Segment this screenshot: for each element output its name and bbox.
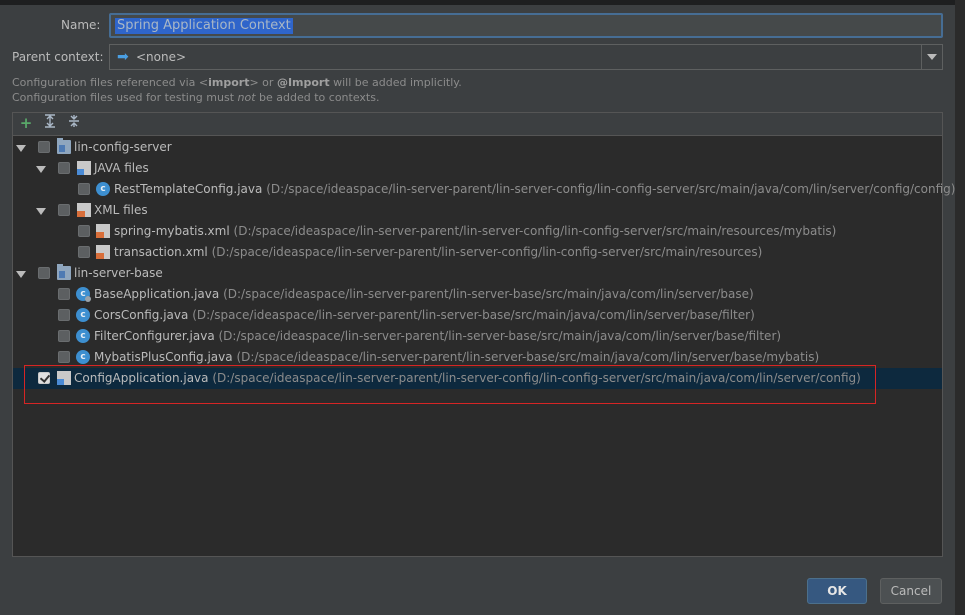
name-input[interactable]: Spring Application Context — [109, 13, 943, 38]
java-class-icon: c — [76, 329, 90, 343]
module-folder-icon — [57, 264, 71, 280]
hint-text: > or — [249, 76, 277, 89]
tree-row-file[interactable]: transaction.xml (D:/space/ideaspace/lin-… — [13, 242, 942, 263]
tree-row-module[interactable]: lin-server-base — [13, 263, 942, 284]
tree-row-file[interactable]: c CorsConfig.java (D:/space/ideaspace/li… — [13, 305, 942, 326]
xml-file-icon — [96, 245, 110, 259]
java-class-icon: c — [76, 350, 90, 364]
expand-arrow-icon[interactable] — [36, 166, 46, 173]
expand-arrow-icon[interactable] — [36, 208, 46, 215]
expand-all-icon[interactable] — [41, 114, 59, 132]
file-name: transaction.xml — [114, 245, 208, 259]
tree-row-label: BaseApplication.java (D:/space/ideaspace… — [94, 284, 754, 305]
file-path: (D:/space/ideaspace/lin-server-parent/li… — [223, 287, 754, 301]
file-name: spring-mybatis.xml — [114, 224, 230, 238]
hint-line-1: Configuration files referenced via <impo… — [12, 76, 462, 89]
parent-context-label: Parent context: — [12, 50, 104, 64]
tree-toolbar: + — [13, 113, 942, 136]
java-class-icon: c — [96, 182, 110, 196]
hint-import-keyword: import — [208, 76, 250, 89]
xml-files-icon — [77, 203, 91, 217]
cancel-button[interactable]: Cancel — [880, 578, 942, 604]
ok-button[interactable]: OK — [807, 578, 867, 604]
tree-row-file[interactable]: c FilterConfigurer.java (D:/space/ideasp… — [13, 326, 942, 347]
collapse-all-icon[interactable] — [65, 114, 83, 132]
hint-text: will be added implicitly. — [329, 76, 462, 89]
file-path: (D:/space/ideaspace/lin-server-parent/li… — [266, 182, 956, 196]
hint-text: Configuration files referenced via < — [12, 76, 209, 89]
file-name: FilterConfigurer.java — [94, 329, 215, 343]
tree-row-label: CorsConfig.java (D:/space/ideaspace/lin-… — [94, 305, 755, 326]
spring-boot-class-icon: c — [76, 287, 91, 302]
checkbox[interactable] — [38, 267, 50, 279]
tree-row-module[interactable]: lin-config-server — [13, 137, 942, 158]
checkbox[interactable] — [58, 288, 70, 300]
module-folder-icon — [57, 138, 71, 154]
annotation-highlight-box — [24, 365, 876, 404]
hint-text: Configuration files used for testing mus… — [12, 91, 238, 104]
expand-arrow-icon[interactable] — [16, 145, 26, 152]
file-name: BaseApplication.java — [94, 287, 220, 301]
hint-not-keyword: not — [237, 91, 256, 104]
tree-row-label: RestTemplateConfig.java (D:/space/ideasp… — [114, 179, 955, 200]
checkbox[interactable] — [78, 225, 90, 237]
tree-row-label: transaction.xml (D:/space/ideaspace/lin-… — [114, 242, 762, 263]
checkbox[interactable] — [78, 183, 90, 195]
tree-row-label: JAVA files — [94, 161, 149, 175]
file-path: (D:/space/ideaspace/lin-server-parent/li… — [233, 224, 837, 238]
file-path: (D:/space/ideaspace/lin-server-parent/li… — [236, 350, 820, 364]
plus-icon[interactable]: + — [17, 114, 35, 132]
tree-row-label: lin-server-base — [74, 266, 163, 280]
checkbox[interactable] — [58, 351, 70, 363]
java-files-icon — [77, 161, 91, 175]
checkbox[interactable] — [58, 204, 70, 216]
name-label: Name: — [61, 18, 101, 32]
tree-row-file[interactable]: c BaseApplication.java (D:/space/ideaspa… — [13, 284, 942, 305]
name-input-value[interactable]: Spring Application Context — [115, 18, 293, 34]
parent-context-combobox[interactable]: ➡ <none> — [109, 44, 943, 70]
checkbox[interactable] — [58, 162, 70, 174]
window-top-edge — [0, 0, 958, 5]
expand-arrow-icon[interactable] — [16, 271, 26, 278]
parent-context-value: <none> — [136, 50, 187, 64]
file-name: CorsConfig.java — [94, 308, 189, 322]
checkbox[interactable] — [38, 141, 50, 153]
file-name: MybatisPlusConfig.java — [94, 350, 233, 364]
tree-row-label: FilterConfigurer.java (D:/space/ideaspac… — [94, 326, 781, 347]
arrow-right-icon: ➡ — [117, 49, 129, 65]
file-name: RestTemplateConfig.java — [114, 182, 263, 196]
file-path: (D:/space/ideaspace/lin-server-parent/li… — [192, 308, 755, 322]
hint-text: be added to contexts. — [255, 91, 380, 104]
file-path: (D:/space/ideaspace/lin-server-parent/li… — [211, 245, 763, 259]
hint-line-2: Configuration files used for testing mus… — [12, 91, 379, 104]
java-class-icon: c — [76, 308, 90, 322]
tree-row-file[interactable]: c RestTemplateConfig.java (D:/space/idea… — [13, 179, 955, 200]
xml-file-icon — [96, 224, 110, 238]
tree-row-label: spring-mybatis.xml (D:/space/ideaspace/l… — [114, 221, 836, 242]
chevron-down-icon[interactable] — [921, 45, 942, 69]
tree-row-group[interactable]: XML files — [13, 200, 942, 221]
tree-row-group[interactable]: JAVA files — [13, 158, 942, 179]
window-right-edge — [955, 0, 965, 615]
checkbox[interactable] — [58, 309, 70, 321]
tree-row-label: lin-config-server — [74, 140, 172, 154]
tree-row-file[interactable]: spring-mybatis.xml (D:/space/ideaspace/l… — [13, 221, 942, 242]
tree-row-label: XML files — [94, 203, 148, 217]
checkbox[interactable] — [58, 330, 70, 342]
hint-at-import-keyword: @Import — [276, 76, 330, 89]
checkbox[interactable] — [78, 246, 90, 258]
file-path: (D:/space/ideaspace/lin-server-parent/li… — [218, 329, 782, 343]
config-files-tree-panel: + lin-config-server JAVA files c RestTem… — [12, 112, 955, 557]
